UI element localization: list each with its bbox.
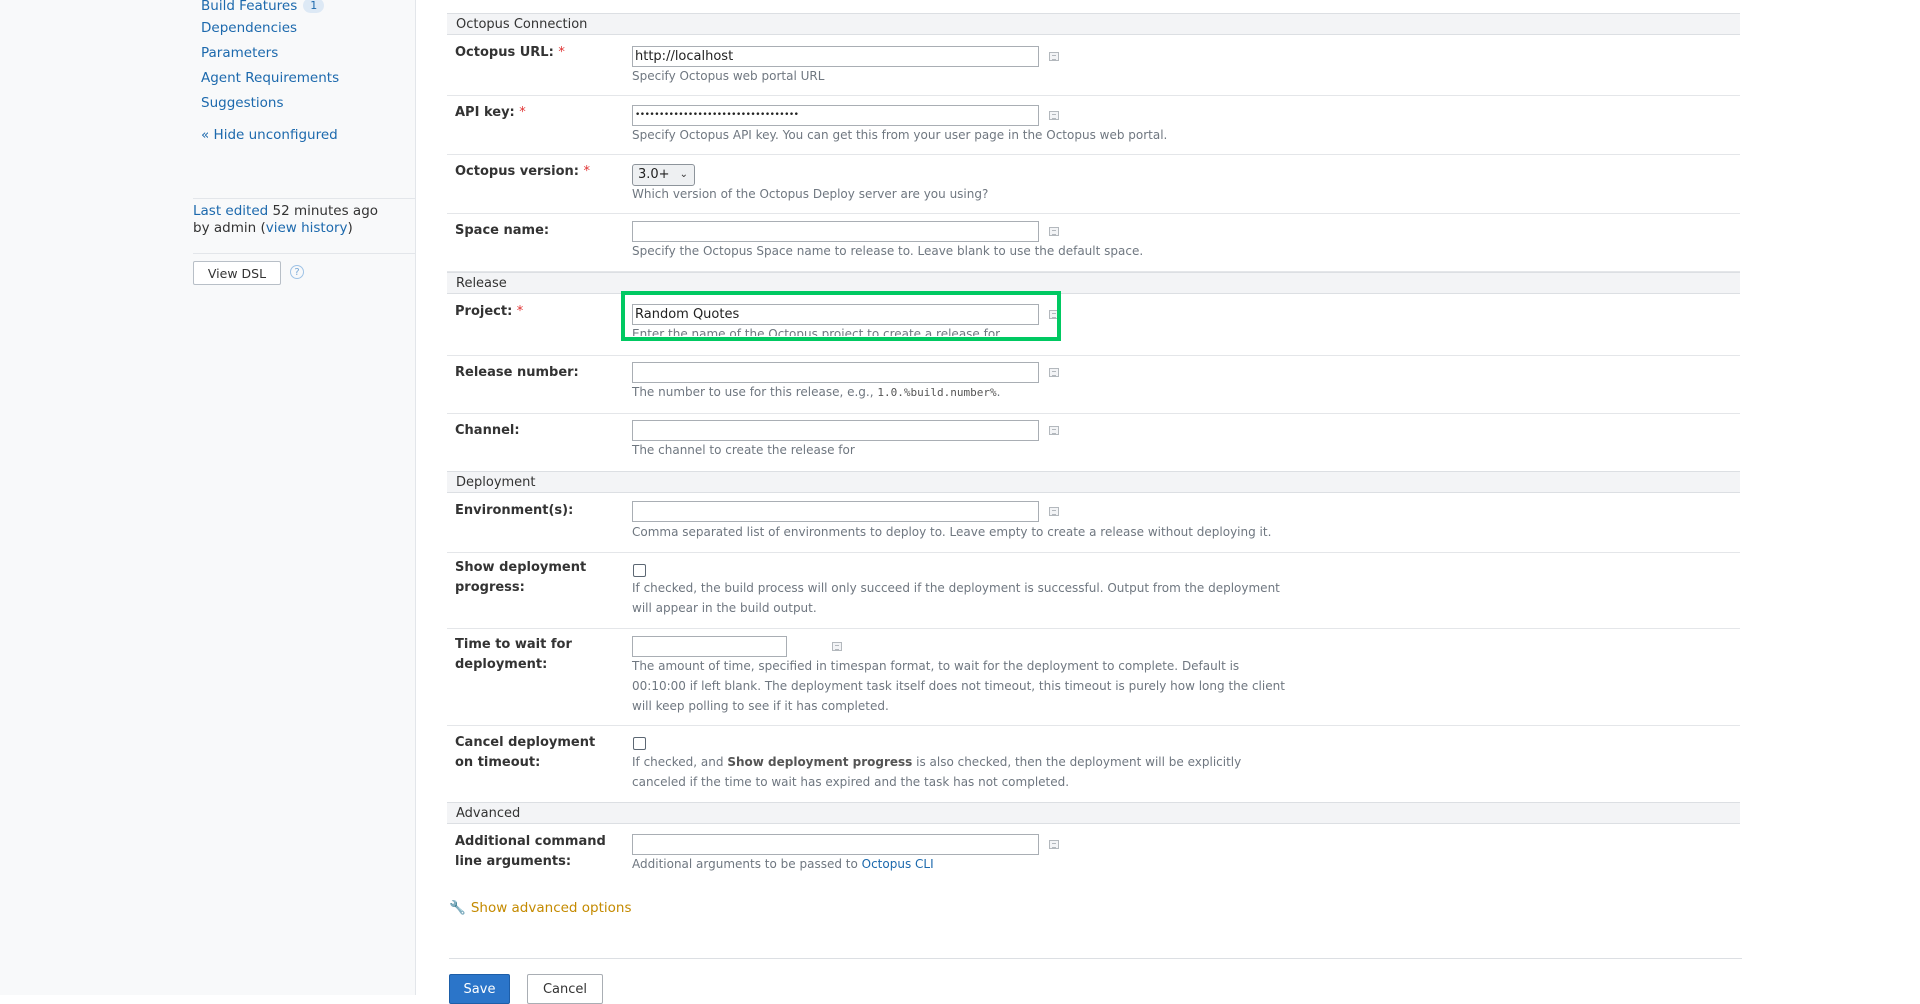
parameter-icon[interactable] <box>832 642 842 651</box>
channel-row: Channel: The channel to create the relea… <box>447 413 1740 473</box>
environments-label: Environment(s): <box>455 503 574 518</box>
view-history-link[interactable]: view history <box>266 220 348 236</box>
channel-label: Channel: <box>455 423 520 438</box>
show-deployment-progress-label: Show deployment progress: <box>455 560 587 595</box>
cancel-on-timeout-row: Cancel deployment on timeout: If checked,… <box>447 725 1740 803</box>
octopus-version-row: Octopus version: * 3.0+ ⌄ Which version o… <box>447 154 1740 214</box>
octopus-version-description: Which version of the Octopus Deploy serv… <box>632 187 989 201</box>
channel-input[interactable] <box>632 420 1039 441</box>
show-advanced-options-link[interactable]: 🔧 Show advanced options <box>449 900 632 916</box>
release-number-label: Release number: <box>455 365 579 380</box>
help-icon[interactable]: ? <box>290 265 304 279</box>
octopus-version-select[interactable]: 3.0+ ⌄ <box>632 164 695 186</box>
form-footer-divider <box>449 958 1742 959</box>
section-deployment: Deployment <box>447 471 1740 493</box>
parameter-icon[interactable] <box>1049 111 1059 120</box>
sidebar-item-agent-requirements[interactable]: Agent Requirements <box>201 70 339 86</box>
project-description: Enter the name of the Octopus project to… <box>632 327 1001 336</box>
time-to-wait-row: Time to wait for deployment: The amount o… <box>447 628 1740 726</box>
octopus-url-row: Octopus URL: * http://localhost Specify … <box>447 35 1740 96</box>
octopus-url-label: Octopus URL: * <box>455 45 565 60</box>
hide-unconfigured-link[interactable]: « Hide unconfigured <box>201 127 338 143</box>
environments-description: Comma separated list of environments to … <box>632 525 1272 539</box>
parameter-icon[interactable] <box>1049 227 1059 236</box>
space-name-label: Space name: <box>455 223 550 238</box>
octopus-version-label: Octopus version: * <box>455 164 591 179</box>
sidebar-item-dependencies[interactable]: Dependencies <box>201 20 297 36</box>
sidebar: Build Features 1 Dependencies Parameters … <box>0 0 416 995</box>
view-dsl-button[interactable]: View DSL <box>193 261 281 285</box>
time-to-wait-input[interactable] <box>632 636 787 657</box>
additional-args-input[interactable] <box>632 834 1039 855</box>
api-key-description: Specify Octopus API key. You can get thi… <box>632 128 1168 142</box>
project-row: Project: * Random Quotes Enter the name … <box>447 294 1740 356</box>
octopus-cli-link[interactable]: Octopus CLI <box>862 857 934 871</box>
last-edited-time: 52 minutes ago <box>268 203 379 219</box>
sidebar-item-parameters[interactable]: Parameters <box>201 45 278 61</box>
save-button[interactable]: Save <box>449 974 510 1004</box>
additional-args-description: Additional arguments to be passed to Oct… <box>632 857 934 871</box>
chevron-down-icon: ⌄ <box>679 169 688 180</box>
wrench-icon: 🔧 <box>449 900 466 916</box>
last-edited-link[interactable]: Last edited <box>193 203 268 219</box>
cancel-on-timeout-description: If checked, and Show deployment progress… <box>632 755 1242 789</box>
project-input[interactable]: Random Quotes <box>632 304 1039 325</box>
release-number-input[interactable] <box>632 362 1039 383</box>
section-advanced: Advanced <box>447 802 1740 824</box>
parameter-icon[interactable] <box>1049 368 1059 377</box>
form-row-top-truncated <box>447 0 1740 14</box>
cancel-on-timeout-label: Cancel deployment on timeout: <box>455 735 596 770</box>
section-release: Release <box>447 272 1740 294</box>
time-to-wait-description: The amount of time, specified in timespa… <box>632 659 1285 713</box>
octopus-url-input[interactable]: http://localhost <box>632 46 1039 67</box>
build-features-count-badge: 1 <box>303 0 325 13</box>
channel-description: The channel to create the release for <box>632 443 855 457</box>
environments-input[interactable] <box>632 501 1039 522</box>
last-edited-by: by admin ( <box>193 220 266 236</box>
space-name-input[interactable] <box>632 221 1039 242</box>
cancel-on-timeout-checkbox[interactable] <box>633 737 646 750</box>
section-octopus-connection: Octopus Connection <box>447 13 1740 35</box>
api-key-row: API key: * •••••••••••••••••••••••••••••… <box>447 95 1740 155</box>
parameter-icon[interactable] <box>1049 840 1059 849</box>
cancel-button[interactable]: Cancel <box>527 974 603 1004</box>
parameter-icon[interactable] <box>1049 507 1059 516</box>
sidebar-divider <box>193 253 415 254</box>
build-step-form: Octopus Connection Octopus URL: * http:/… <box>447 0 1742 995</box>
sidebar-divider <box>193 198 415 199</box>
release-number-description: The number to use for this release, e.g.… <box>632 385 1001 399</box>
sidebar-item-build-features[interactable]: Build Features 1 <box>201 0 325 14</box>
show-deployment-progress-checkbox[interactable] <box>633 564 646 577</box>
parameter-icon[interactable] <box>1049 52 1059 61</box>
parameter-icon[interactable] <box>1049 310 1059 319</box>
time-to-wait-label: Time to wait for deployment: <box>455 637 572 672</box>
release-number-row: Release number: The number to use for th… <box>447 355 1740 414</box>
api-key-input[interactable]: •••••••••••••••••••••••••••••••••• <box>632 105 1039 126</box>
sidebar-item-label: Build Features <box>201 0 298 14</box>
show-deployment-progress-description: If checked, the build process will only … <box>632 581 1280 615</box>
environments-row: Environment(s): Comma separated list of … <box>447 493 1740 553</box>
space-name-description: Specify the Octopus Space name to releas… <box>632 244 1144 258</box>
sidebar-item-suggestions[interactable]: Suggestions <box>201 95 284 111</box>
close-paren: ) <box>347 220 353 236</box>
additional-args-row: Additional command line arguments: Additi… <box>447 824 1740 881</box>
additional-args-label: Additional command line arguments: <box>455 834 606 869</box>
api-key-label: API key: * <box>455 105 526 120</box>
show-advanced-options-label: Show advanced options <box>470 900 632 916</box>
space-name-row: Space name: Specify the Octopus Space na… <box>447 213 1740 272</box>
octopus-url-description: Specify Octopus web portal URL <box>632 69 825 83</box>
show-deployment-progress-row: Show deployment progress: If checked, the… <box>447 552 1740 629</box>
last-edited-info: Last edited 52 minutes ago by admin (vie… <box>193 203 378 237</box>
parameter-icon[interactable] <box>1049 426 1059 435</box>
project-label: Project: * <box>455 304 524 319</box>
